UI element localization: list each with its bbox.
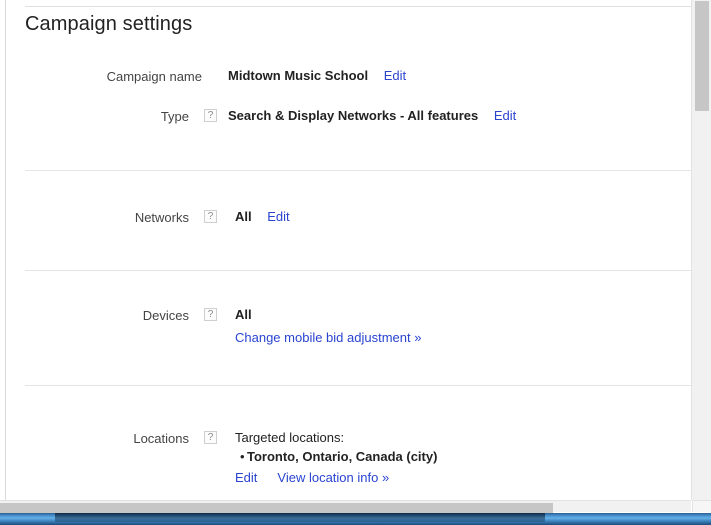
vertical-scrollbar[interactable] bbox=[691, 0, 711, 500]
devices-value: All bbox=[235, 307, 252, 322]
vertical-scrollbar-thumb[interactable] bbox=[695, 1, 709, 111]
divider-1 bbox=[25, 170, 691, 171]
devices-label: Devices bbox=[142, 308, 189, 323]
targeted-locations-heading: Targeted locations: bbox=[235, 430, 345, 445]
divider-3 bbox=[25, 385, 691, 386]
top-divider bbox=[25, 6, 691, 7]
targeted-location-item: Toronto, Ontario, Canada (city) bbox=[247, 449, 438, 464]
question-mark-icon-type[interactable]: ? bbox=[204, 109, 217, 122]
networks-edit-link[interactable]: Edit bbox=[267, 209, 289, 224]
locations-label: Locations bbox=[133, 431, 189, 446]
window-left-frame bbox=[0, 0, 6, 500]
type-edit-link[interactable]: Edit bbox=[494, 108, 516, 123]
question-mark-icon-networks[interactable]: ? bbox=[204, 210, 217, 223]
devices-bid-adjustment-line: Change mobile bid adjustment » bbox=[235, 330, 421, 345]
type-value: Search & Display Networks - All features bbox=[228, 108, 479, 123]
page-content-area: Campaign settings Campaign name Midtown … bbox=[7, 0, 691, 500]
locations-link-row: Edit View location info » bbox=[235, 470, 389, 485]
campaign-name-value-group: Midtown Music School Edit bbox=[228, 68, 406, 83]
question-mark-icon-devices[interactable]: ? bbox=[204, 308, 217, 321]
campaign-name-edit-link[interactable]: Edit bbox=[384, 68, 406, 83]
networks-label: Networks bbox=[134, 210, 189, 225]
bullet-icon: • bbox=[240, 449, 245, 464]
type-label: Type bbox=[160, 109, 189, 124]
horizontal-scrollbar-thumb[interactable] bbox=[0, 503, 553, 513]
question-mark-icon-locations[interactable]: ? bbox=[204, 431, 217, 444]
locations-edit-link[interactable]: Edit bbox=[235, 470, 257, 485]
type-value-group: Search & Display Networks - All features… bbox=[228, 108, 516, 123]
divider-2 bbox=[25, 270, 691, 271]
view-location-info-link[interactable]: View location info » bbox=[277, 470, 389, 485]
campaign-name-label: Campaign name bbox=[106, 69, 202, 84]
networks-value: All bbox=[235, 209, 252, 224]
change-mobile-bid-adjustment-link[interactable]: Change mobile bid adjustment » bbox=[235, 330, 421, 345]
scrollbar-corner bbox=[692, 500, 711, 512]
campaign-name-value: Midtown Music School bbox=[228, 68, 369, 83]
networks-value-group: All Edit bbox=[235, 209, 290, 224]
os-taskbar-window-buttons[interactable] bbox=[55, 513, 545, 522]
browser-viewport: Campaign settings Campaign name Midtown … bbox=[0, 0, 711, 525]
page-title: Campaign settings bbox=[25, 13, 193, 35]
horizontal-scrollbar[interactable] bbox=[0, 500, 691, 513]
